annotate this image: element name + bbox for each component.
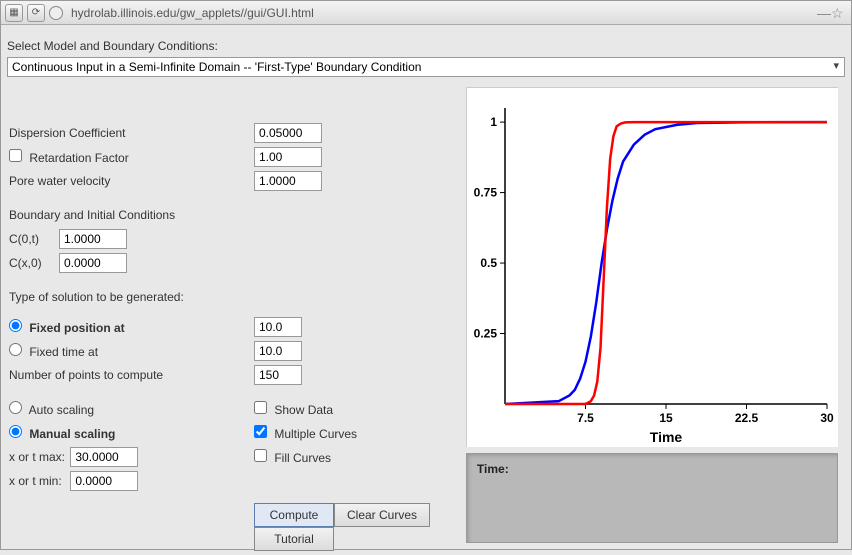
velocity-label: Pore water velocity xyxy=(9,174,254,188)
url-text[interactable]: hydrolab.illinois.edu/gw_applets//gui/GU… xyxy=(67,6,813,20)
tutorial-button[interactable]: Tutorial xyxy=(254,527,334,551)
svg-text:1: 1 xyxy=(490,115,497,129)
model-label: Select Model and Boundary Conditions: xyxy=(7,39,845,53)
status-pane: Time: xyxy=(466,453,838,543)
c0t-label: C(0,t) xyxy=(9,232,59,246)
svg-text:0.25: 0.25 xyxy=(474,327,498,341)
svg-text:22.5: 22.5 xyxy=(735,411,759,425)
xmax-label: x or t max: xyxy=(9,450,67,464)
dash-icon: — xyxy=(817,5,827,21)
bc-heading: Boundary and Initial Conditions xyxy=(9,208,175,222)
dispersion-input[interactable] xyxy=(254,123,322,143)
auto-scaling-label: Auto scaling xyxy=(29,403,94,417)
fixed-time-input[interactable] xyxy=(254,341,302,361)
show-data-label: Show Data xyxy=(274,403,333,417)
svg-text:0.75: 0.75 xyxy=(474,186,498,200)
auto-scaling-radio[interactable] xyxy=(9,401,22,414)
svg-text:30: 30 xyxy=(820,411,834,425)
xmax-input[interactable] xyxy=(70,447,138,467)
app-menu-icon[interactable]: ▦ xyxy=(5,4,23,22)
xmin-input[interactable] xyxy=(70,471,138,491)
svg-text:Time: Time xyxy=(650,429,683,445)
cx0-label: C(x,0) xyxy=(9,256,59,270)
manual-scaling-radio[interactable] xyxy=(9,425,22,438)
retardation-label: Retardation Factor xyxy=(29,151,128,165)
fixed-position-label: Fixed position at xyxy=(29,321,124,335)
retardation-checkbox[interactable] xyxy=(9,149,22,162)
fixed-position-input[interactable] xyxy=(254,317,302,337)
fill-curves-checkbox[interactable] xyxy=(254,449,267,462)
fixed-time-label: Fixed time at xyxy=(29,345,98,359)
solution-heading: Type of solution to be generated: xyxy=(9,290,184,304)
dispersion-label: Dispersion Coefficient xyxy=(9,126,254,140)
retardation-row: Retardation Factor xyxy=(9,149,254,165)
status-time-label: Time: xyxy=(477,462,509,476)
reload-button[interactable]: ⟳ xyxy=(27,4,45,22)
velocity-input[interactable] xyxy=(254,171,322,191)
model-select[interactable]: Continuous Input in a Semi-Infinite Doma… xyxy=(7,57,845,77)
fixed-time-radio[interactable] xyxy=(9,343,22,356)
fill-curves-label: Fill Curves xyxy=(274,451,331,465)
npoints-label: Number of points to compute xyxy=(9,368,254,382)
browser-address-bar: ▦ ⟳ hydrolab.illinois.edu/gw_applets//gu… xyxy=(1,1,851,25)
show-data-checkbox[interactable] xyxy=(254,401,267,414)
svg-text:7.5: 7.5 xyxy=(577,411,594,425)
clear-curves-button[interactable]: Clear Curves xyxy=(334,503,430,527)
chart-area: 0.25 0.5 0.75 1 7.5 15 22.5 30 Time xyxy=(466,87,838,447)
svg-text:15: 15 xyxy=(659,411,673,425)
xmin-label: x or t min: xyxy=(9,474,67,488)
compute-button[interactable]: Compute xyxy=(254,503,334,527)
fixed-position-radio[interactable] xyxy=(9,319,22,332)
multiple-curves-checkbox[interactable] xyxy=(254,425,267,438)
manual-scaling-label: Manual scaling xyxy=(29,427,115,441)
cx0-input[interactable] xyxy=(59,253,127,273)
c0t-input[interactable] xyxy=(59,229,127,249)
bookmark-star-icon[interactable]: ☆ xyxy=(831,5,847,21)
globe-icon xyxy=(49,6,63,20)
svg-text:0.5: 0.5 xyxy=(480,256,497,270)
npoints-input[interactable] xyxy=(254,365,302,385)
retardation-input[interactable] xyxy=(254,147,322,167)
multiple-curves-label: Multiple Curves xyxy=(274,427,357,441)
